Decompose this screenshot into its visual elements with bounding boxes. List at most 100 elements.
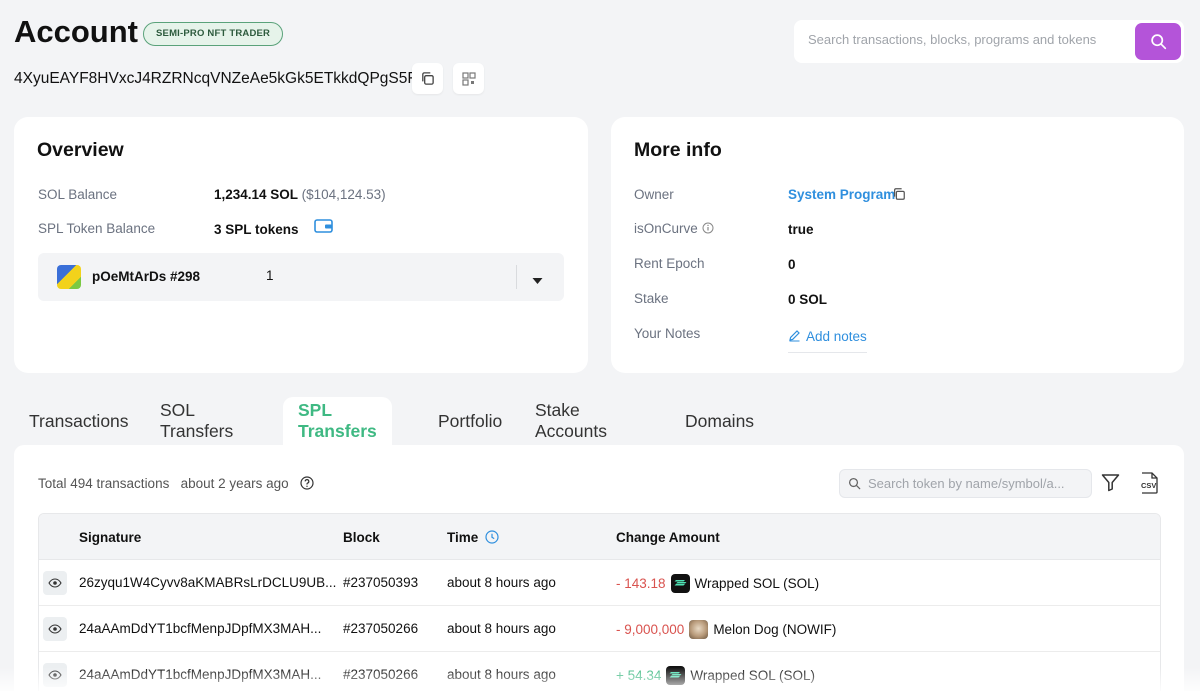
is-on-curve-value: true — [788, 222, 814, 237]
stake-label: Stake — [634, 291, 669, 306]
table-header: Signature Block Time Change Amount — [39, 514, 1160, 560]
sol-balance-value: 1,234.14 SOL ($104,124.53) — [214, 187, 386, 202]
block-link[interactable]: #237050266 — [343, 667, 418, 682]
token-select[interactable]: pOeMtArDs #298 1 — [38, 253, 564, 301]
more-info-card: More info Owner System Program isOnCurve… — [611, 117, 1184, 373]
global-search-input[interactable] — [808, 32, 1128, 47]
select-divider — [516, 265, 517, 289]
rent-epoch-value: 0 — [788, 257, 796, 272]
col-signature: Signature — [79, 530, 142, 545]
spl-transfers-panel: Total 494 transactions about 2 years ago… — [14, 445, 1184, 691]
global-search — [794, 20, 1184, 63]
filter-button[interactable] — [1101, 473, 1120, 497]
amount-value: - 9,000,000 — [616, 622, 685, 638]
tab-domains[interactable]: Domains — [670, 397, 769, 445]
search-icon — [1150, 34, 1166, 50]
csv-label: CSV — [1141, 481, 1157, 490]
qr-code-icon — [461, 71, 476, 86]
owner-link[interactable]: System Program — [788, 187, 895, 202]
filter-icon — [1101, 474, 1120, 492]
dropdown-toggle[interactable] — [532, 272, 543, 290]
export-csv-button[interactable]: CSV — [1139, 472, 1159, 494]
token-amount: 1 — [266, 268, 274, 283]
block-link[interactable]: #237050266 — [343, 621, 418, 636]
owner-label: Owner — [634, 187, 674, 202]
wallet-button[interactable] — [314, 218, 333, 239]
col-time-label: Time — [447, 530, 479, 545]
transfers-table: Signature Block Time Change Amount 26zyq… — [38, 513, 1161, 691]
info-icon[interactable] — [702, 222, 714, 234]
change-amount-cell: - 9,000,000 Melon Dog (NOWIF) — [616, 620, 836, 640]
time-cell: about 8 hours ago — [447, 575, 556, 590]
token-search-input[interactable] — [868, 476, 1083, 491]
spl-balance-value: 3 SPL tokens — [214, 222, 299, 237]
is-on-curve-text: isOnCurve — [634, 221, 698, 236]
col-time: Time — [447, 530, 499, 545]
transactions-summary: Total 494 transactions about 2 years ago — [38, 476, 314, 491]
token-link[interactable]: Melon Dog (NOWIF) — [713, 622, 836, 637]
col-block: Block — [343, 530, 380, 545]
eye-icon — [48, 624, 62, 634]
spl-balance-label: SPL Token Balance — [38, 221, 156, 236]
sol-balance-label: SOL Balance — [38, 187, 118, 202]
token-link[interactable]: Wrapped SOL (SOL) — [695, 576, 820, 591]
view-details-button[interactable] — [43, 663, 67, 687]
search-icon — [848, 477, 861, 490]
account-address: 4XyuEAYF8HVxcJ4RZRNcqVNZeAe5kGk5ETkkdQPg… — [14, 70, 428, 87]
tab-transactions[interactable]: Transactions — [14, 397, 144, 445]
copy-icon — [422, 72, 434, 85]
view-details-button[interactable] — [43, 617, 67, 641]
rent-epoch-label: Rent Epoch — [634, 256, 705, 271]
block-link[interactable]: #237050393 — [343, 575, 418, 590]
col-change-amount: Change Amount — [616, 530, 720, 545]
tab-sol-transfers[interactable]: SOL Transfers — [145, 397, 248, 445]
token-search — [839, 469, 1092, 498]
amount-value: - 143.18 — [616, 576, 666, 592]
nft-avatar — [57, 265, 81, 289]
change-amount-cell: - 143.18 Wrapped SOL (SOL) — [616, 574, 820, 594]
is-on-curve-label: isOnCurve — [634, 221, 714, 236]
since-time: about 2 years ago — [180, 476, 289, 491]
sol-balance-amount: 1,234.14 SOL — [214, 187, 298, 202]
melon-dog-icon — [689, 620, 709, 639]
notes-label: Your Notes — [634, 326, 701, 341]
qr-code-button[interactable] — [453, 63, 484, 94]
tab-stake-accounts[interactable]: Stake Accounts — [520, 397, 622, 445]
search-button[interactable] — [1135, 23, 1181, 60]
wrapped-sol-icon — [666, 666, 686, 685]
token-link[interactable]: Wrapped SOL (SOL) — [690, 668, 815, 683]
trader-badge: SEMI-PRO NFT TRADER — [143, 22, 284, 46]
table-row: 24aAAmDdYT1bcfMenpJDpfMX3MAH... #2370502… — [39, 606, 1160, 652]
eye-icon — [48, 578, 62, 588]
signature-link[interactable]: 24aAAmDdYT1bcfMenpJDpfMX3MAH... — [79, 621, 321, 636]
wallet-icon — [314, 219, 333, 233]
more-info-title: More info — [634, 139, 722, 161]
total-transactions: Total 494 transactions — [38, 476, 170, 491]
copy-owner-button[interactable] — [892, 187, 906, 206]
tab-portfolio[interactable]: Portfolio — [423, 397, 517, 445]
eye-icon — [48, 670, 62, 680]
signature-link[interactable]: 26zyqu1W4Cyvv8aKMABRsLrDCLU9UB... — [79, 575, 336, 590]
clock-icon[interactable] — [485, 530, 499, 544]
time-cell: about 8 hours ago — [447, 621, 556, 636]
stake-value: 0 SOL — [788, 292, 828, 307]
token-name: pOeMtArDs #298 — [92, 269, 201, 284]
chevron-down-icon — [532, 278, 543, 284]
table-row: 24aAAmDdYT1bcfMenpJDpfMX3MAH... #2370502… — [39, 652, 1160, 691]
sol-balance-usd: ($104,124.53) — [301, 187, 386, 202]
wrapped-sol-icon — [670, 574, 690, 593]
overview-title: Overview — [37, 139, 124, 161]
page-title: Account — [14, 14, 138, 49]
table-row: 26zyqu1W4Cyvv8aKMABRsLrDCLU9UB... #23705… — [39, 560, 1160, 606]
tab-spl-transfers[interactable]: SPL Transfers — [283, 397, 392, 445]
add-notes-label: Add notes — [806, 329, 867, 344]
help-icon[interactable] — [300, 476, 314, 490]
add-notes-button[interactable]: Add notes — [788, 329, 867, 353]
signature-link[interactable]: 24aAAmDdYT1bcfMenpJDpfMX3MAH... — [79, 667, 321, 682]
time-cell: about 8 hours ago — [447, 667, 556, 682]
view-details-button[interactable] — [43, 571, 67, 595]
copy-icon — [894, 188, 905, 200]
amount-value: + 54.34 — [616, 668, 662, 684]
pencil-icon — [789, 330, 800, 342]
copy-address-button[interactable] — [412, 63, 443, 94]
